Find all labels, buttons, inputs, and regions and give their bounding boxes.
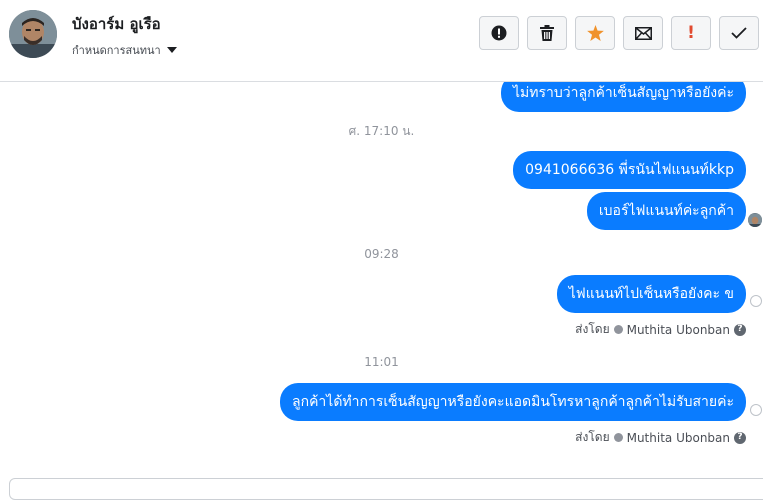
timestamp: 09:28 [364, 247, 399, 261]
sent-by-line: ส่งโดย Muthita Ubonban ? [575, 320, 746, 339]
conversation-label-dropdown[interactable]: กำหนดการสนทนา [72, 41, 177, 59]
message-bubble-outgoing[interactable]: ไม่ทราบว่าลูกค้าเซ็นสัญญาหรือยังค่ะ [501, 82, 746, 112]
sender-name[interactable]: Muthita Ubonban [627, 431, 730, 445]
caret-down-icon [166, 47, 177, 53]
message-bubble-outgoing[interactable]: ไฟแนนท์ไปเซ็นหรือยังคะ ข [556, 275, 746, 313]
read-receipt-avatar [748, 213, 762, 227]
timestamp: ศ. 17:10 น. [348, 124, 415, 138]
message-bubble-outgoing[interactable]: เบอร์ไฟแนนท์ค่ะลูกค้า [586, 192, 746, 230]
conversation-toolbar: ! [479, 16, 759, 50]
contact-name[interactable]: บังอาร์ม อูเรือ [72, 12, 161, 36]
mark-done-button[interactable] [719, 16, 759, 50]
sent-by-line: ส่งโดย Muthita Ubonban ? [575, 428, 746, 447]
conversation-header: บังอาร์ม อูเรือ กำหนดการสนทนา ! [0, 0, 763, 82]
message-thread[interactable]: ไม่ทราบว่าลูกค้าเซ็นสัญญาหรือยังค่ะ ศ. 1… [0, 82, 763, 486]
help-icon[interactable]: ? [734, 323, 746, 336]
mark-unread-button[interactable] [623, 16, 663, 50]
mark-spam-button[interactable] [479, 16, 519, 50]
sent-by-label: ส่งโดย [575, 430, 610, 444]
message-composer[interactable] [9, 478, 763, 500]
timestamp: 11:01 [364, 355, 399, 369]
alert-circle-icon [491, 25, 507, 41]
follow-up-button[interactable]: ! [671, 16, 711, 50]
message-bubble-outgoing[interactable]: 0941066636 พี่รนันไฟแนนท์kkp [513, 151, 746, 189]
check-icon [731, 27, 747, 39]
contact-avatar[interactable] [9, 10, 57, 58]
sent-by-label: ส่งโดย [575, 322, 610, 336]
trash-icon [540, 25, 554, 41]
message-bubble-outgoing[interactable]: ลูกค้าได้ทำการเซ็นสัญญาหรือยังคะแอดมินโท… [280, 383, 746, 421]
help-icon[interactable]: ? [734, 431, 746, 444]
delete-button[interactable] [527, 16, 567, 50]
exclamation-icon: ! [687, 22, 695, 43]
verified-check-icon [613, 325, 623, 334]
sent-status-icon [750, 295, 762, 307]
sent-status-icon [750, 404, 762, 416]
envelope-icon [634, 26, 652, 40]
verified-check-icon [613, 433, 623, 442]
conversation-label-text: กำหนดการสนทนา [72, 44, 161, 57]
sender-name[interactable]: Muthita Ubonban [627, 323, 730, 337]
star-button[interactable] [575, 16, 615, 50]
star-icon [586, 25, 604, 41]
